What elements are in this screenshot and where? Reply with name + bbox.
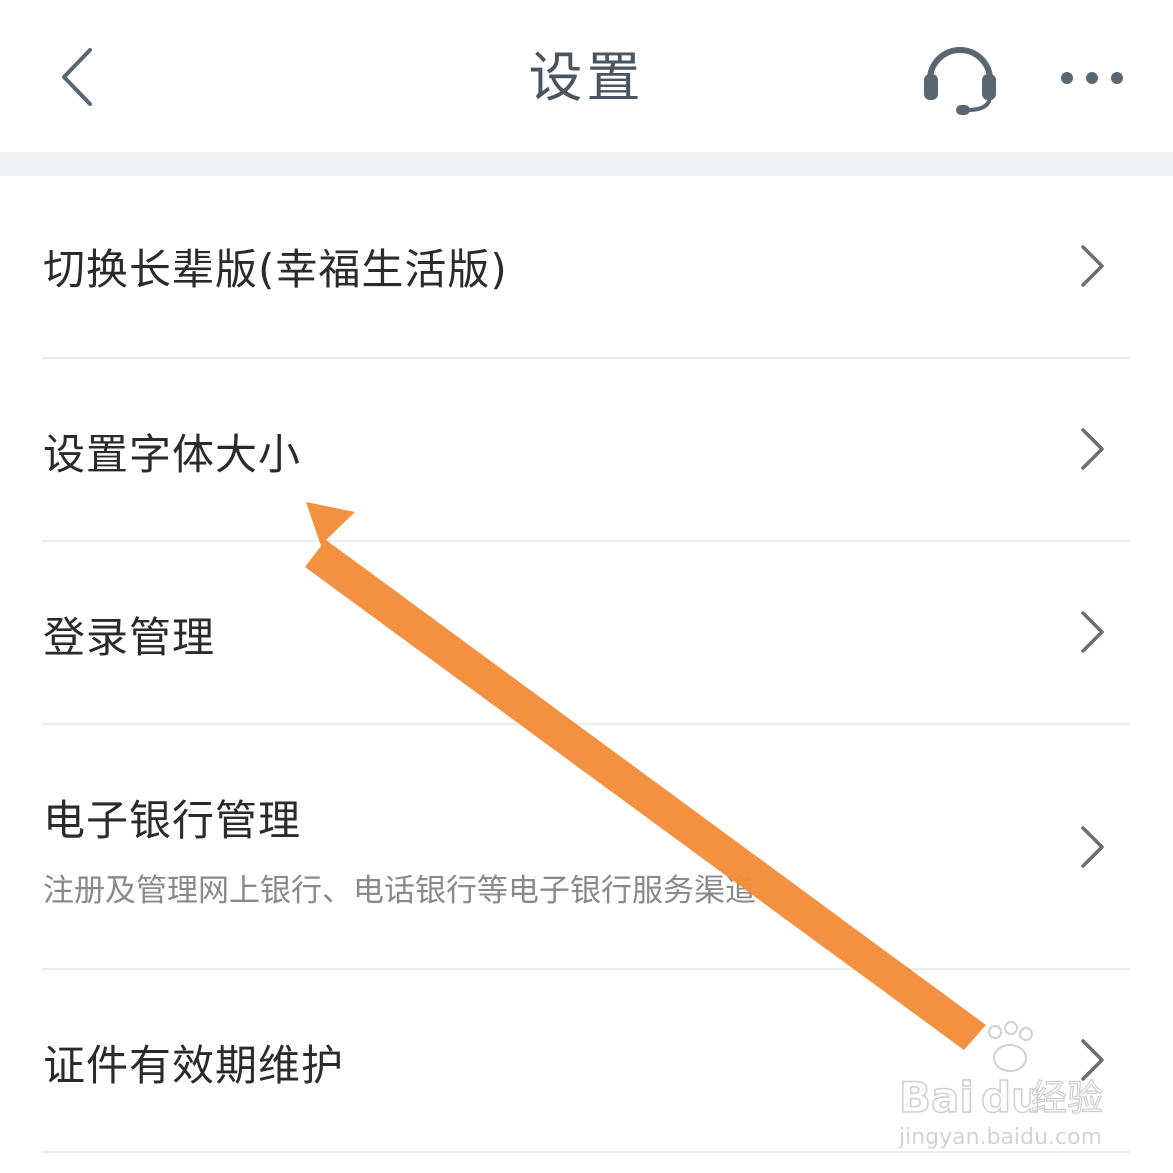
chevron-right-icon — [1081, 826, 1104, 868]
headset-icon — [924, 47, 996, 115]
customer-service-button[interactable] — [918, 36, 1002, 120]
chevron-right-icon — [1081, 611, 1104, 653]
settings-item-login-management[interactable]: 登录管理 — [0, 542, 1173, 723]
settings-item-elder-mode[interactable]: 切换长辈版(幸福生活版) — [0, 176, 1173, 358]
settings-item-label: 电子银行管理 — [43, 796, 302, 845]
chevron-right-icon — [1081, 428, 1104, 470]
section-gap — [0, 152, 1173, 176]
watermark-url: jingyan.baidu.com — [898, 1125, 1102, 1150]
settings-item-label: 设置字体大小 — [43, 430, 302, 479]
settings-item-ebanking-management[interactable]: 电子银行管理 注册及管理网上银行、电话银行等电子银行服务渠道 — [0, 725, 1173, 969]
settings-item-label: 登录管理 — [43, 613, 216, 662]
settings-item-subtitle: 注册及管理网上银行、电话银行等电子银行服务渠道 — [43, 873, 756, 909]
settings-item-font-size[interactable]: 设置字体大小 — [0, 359, 1173, 540]
baidu-jingyan-watermark: Bai du 经验 jingyan.baidu.com — [898, 1021, 1104, 1150]
watermark-brand: Bai — [899, 1073, 974, 1122]
top-nav-bar: 设置 — [0, 0, 1173, 152]
settings-item-label: 证件有效期维护 — [43, 1041, 345, 1090]
watermark-cn: 经验 — [1031, 1078, 1103, 1119]
more-dots-icon — [1061, 72, 1123, 84]
chevron-right-icon — [1081, 245, 1104, 287]
settings-item-label: 切换长辈版(幸福生活版) — [43, 245, 508, 294]
more-button[interactable] — [1055, 58, 1131, 98]
